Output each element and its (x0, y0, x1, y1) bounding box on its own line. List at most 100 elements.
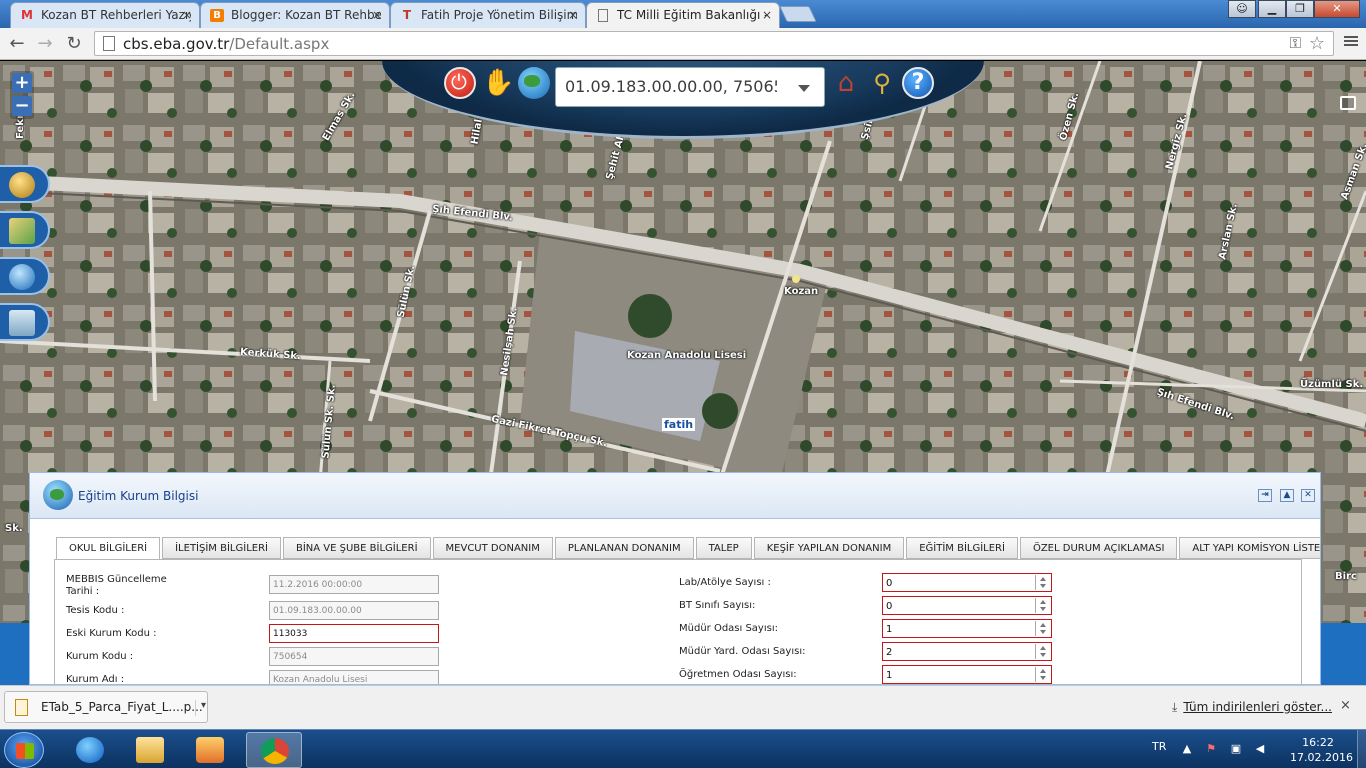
action-center-icon[interactable]: ⚑ (1205, 743, 1217, 755)
mudur-odasi-stepper[interactable]: 1 (882, 619, 1052, 638)
institution-select-value: 01.09.183.00.00.00, 750654 (565, 77, 777, 96)
home-icon[interactable]: ⌂ (830, 67, 862, 99)
panel-tabs: OKUL BİLGİLERİ İLETİŞİM BİLGİLERİ BİNA V… (56, 537, 1320, 560)
close-icon[interactable]: × (568, 8, 578, 22)
show-desktop-button[interactable] (1357, 730, 1366, 768)
page-icon (598, 9, 608, 22)
search-globe-icon (9, 172, 35, 198)
chevron-down-icon (798, 85, 810, 92)
key-icon[interactable]: ⚿ (1290, 34, 1301, 52)
tab-label: Fatih Proje Yönetim Bilişim (421, 8, 577, 22)
tab-label: Blogger: Kozan BT Rehberle (231, 8, 381, 22)
menu-icon[interactable] (1344, 34, 1358, 50)
close-icon[interactable]: × (1340, 698, 1351, 713)
layer-switch-icon[interactable] (1340, 96, 1356, 110)
bookmark-star-icon[interactable]: ☆ (1309, 33, 1325, 54)
spinner-arrows-icon[interactable] (1035, 621, 1050, 636)
back-arrow-icon[interactable]: ← (6, 33, 28, 55)
tab-okul-bilgileri[interactable]: OKUL BİLGİLERİ (56, 537, 161, 560)
zoom-in-button[interactable]: + (12, 73, 32, 93)
tab-mevcut-donanim[interactable]: MEVCUT DONANIM (432, 537, 553, 559)
collapse-icon[interactable]: ▲ (1280, 489, 1294, 502)
tab-planlanan-donanim[interactable]: PLANLANAN DONANIM (554, 537, 694, 559)
start-button[interactable] (4, 732, 44, 768)
help-icon[interactable]: ? (902, 67, 934, 99)
tab-label: Kozan BT Rehberleri Yazıyo (41, 8, 191, 22)
user-icon[interactable]: ☺ (1228, 0, 1256, 18)
field-label: Kurum Adı : (66, 674, 125, 685)
search-tool-button[interactable] (0, 165, 50, 203)
panel-close-icon[interactable]: ✕ (1301, 489, 1315, 502)
language-indicator[interactable]: TR (1152, 740, 1166, 753)
zoom-control: + − (10, 71, 34, 119)
minimize-button[interactable]: ▁ (1258, 0, 1286, 18)
tab-iletisim-bilgileri[interactable]: İLETİŞİM BİLGİLERİ (162, 537, 281, 559)
taskbar-explorer[interactable] (122, 732, 178, 768)
clear-broom-icon[interactable]: ⚲ (866, 67, 898, 99)
url-host: cbs.eba.gov.tr (123, 35, 230, 53)
ogretmen-odasi-stepper[interactable]: 1 (882, 665, 1052, 684)
tab-egitim-bilgileri[interactable]: EĞİTİM BİLGİLERİ (906, 537, 1018, 559)
close-icon[interactable]: × (372, 8, 382, 22)
close-icon[interactable]: × (182, 8, 192, 22)
tab-meb[interactable]: TC Milli Eğitim Bakanlığı - × (586, 2, 780, 28)
show-hidden-icons-icon[interactable]: ▲ (1181, 743, 1193, 755)
show-all-downloads-link[interactable]: ⤓ Tüm indirilenleri göster... (1172, 700, 1332, 715)
lab-atolye-stepper[interactable]: 0 (882, 573, 1052, 592)
download-filename: ETab_5_Parca_Fiyat_L....p... (41, 700, 203, 714)
forward-arrow-icon[interactable]: → (34, 33, 56, 55)
stepper-value: 1 (886, 670, 893, 681)
field-label: Müdür Yard. Odası Sayısı: (679, 646, 806, 657)
new-tab-button[interactable] (779, 6, 817, 22)
tab-bina-ve-sube[interactable]: BİNA VE ŞUBE BİLGİLERİ (282, 537, 431, 559)
kurum-adi-field: Kozan Anadolu Lisesi (269, 670, 439, 684)
download-item[interactable]: ETab_5_Parca_Fiyat_L....p... ▾ (4, 691, 208, 723)
map-tool-button[interactable] (0, 211, 50, 249)
window-close-button[interactable]: ✕ (1314, 0, 1360, 18)
institution-info-panel: Eğitim Kurum Bilgisi ⇥ ▲ ✕ OKUL BİLGİLER… (29, 472, 1321, 685)
tab-kesif-yapilan[interactable]: KEŞİF YAPILAN DONANIM (753, 537, 905, 559)
show-all-label: Tüm indirilenleri göster... (1183, 700, 1332, 714)
network-icon[interactable]: ▣ (1230, 743, 1242, 755)
close-icon[interactable]: × (762, 8, 772, 22)
institution-select[interactable]: 01.09.183.00.00.00, 750654 (555, 67, 825, 107)
street-label: Üzümlü Sk. (1300, 379, 1364, 390)
tab-ozel-durum[interactable]: ÖZEL DURUM AÇIKLAMASI (1019, 537, 1178, 559)
locate-tool-button[interactable] (0, 257, 50, 295)
clock[interactable]: 16:22 17.02.2016 (1290, 735, 1353, 765)
dropdown-icon[interactable]: ▾ (195, 700, 206, 716)
street-label: Kozan (784, 286, 819, 297)
maximize-button[interactable]: ❐ (1286, 0, 1314, 18)
pdf-file-icon (15, 699, 28, 716)
blogger-icon: B (210, 9, 224, 22)
fatih-logo: fatih (662, 418, 696, 431)
tab-alt-yapi-komisyon[interactable]: ALT YAPI KOMİSYON LİSTESİ (1179, 537, 1320, 559)
volume-icon[interactable]: ◀ (1254, 743, 1266, 755)
pin-icon[interactable]: ⇥ (1258, 489, 1272, 502)
address-bar[interactable]: cbs.eba.gov.tr/Default.aspx ⚿ ☆ (94, 31, 1334, 56)
spinner-arrows-icon[interactable] (1035, 644, 1050, 659)
spinner-arrows-icon[interactable] (1035, 667, 1050, 682)
layers-tool-button[interactable] (0, 303, 50, 341)
zoom-out-button[interactable]: − (12, 96, 32, 116)
tab-blogger[interactable]: B Blogger: Kozan BT Rehberle × (200, 2, 390, 28)
spinner-arrows-icon[interactable] (1035, 598, 1050, 613)
taskbar-chrome[interactable] (246, 732, 302, 768)
folder-icon (136, 737, 164, 763)
tab-fatih[interactable]: T Fatih Proje Yönetim Bilişim × (390, 2, 586, 28)
screen: M Kozan BT Rehberleri Yazıyo × B Blogger… (0, 0, 1366, 768)
magnify-globe-icon (9, 264, 35, 290)
browser-tab-strip: M Kozan BT Rehberleri Yazıyo × B Blogger… (0, 0, 1366, 28)
taskbar-media-player[interactable] (182, 732, 238, 768)
mudur-yard-odasi-stepper[interactable]: 2 (882, 642, 1052, 661)
globe-icon[interactable] (518, 67, 550, 99)
bt-sinifi-stepper[interactable]: 0 (882, 596, 1052, 615)
pan-hand-icon[interactable]: ✋ (482, 67, 514, 99)
eski-kurum-kodu-input[interactable]: 113033 (269, 624, 439, 643)
tab-talep[interactable]: TALEP (695, 537, 752, 559)
reload-icon[interactable]: ↻ (63, 33, 85, 55)
power-icon[interactable] (444, 67, 476, 99)
tab-gmail[interactable]: M Kozan BT Rehberleri Yazıyo × (10, 2, 200, 28)
taskbar-ie[interactable] (62, 732, 118, 768)
spinner-arrows-icon[interactable] (1035, 575, 1050, 590)
